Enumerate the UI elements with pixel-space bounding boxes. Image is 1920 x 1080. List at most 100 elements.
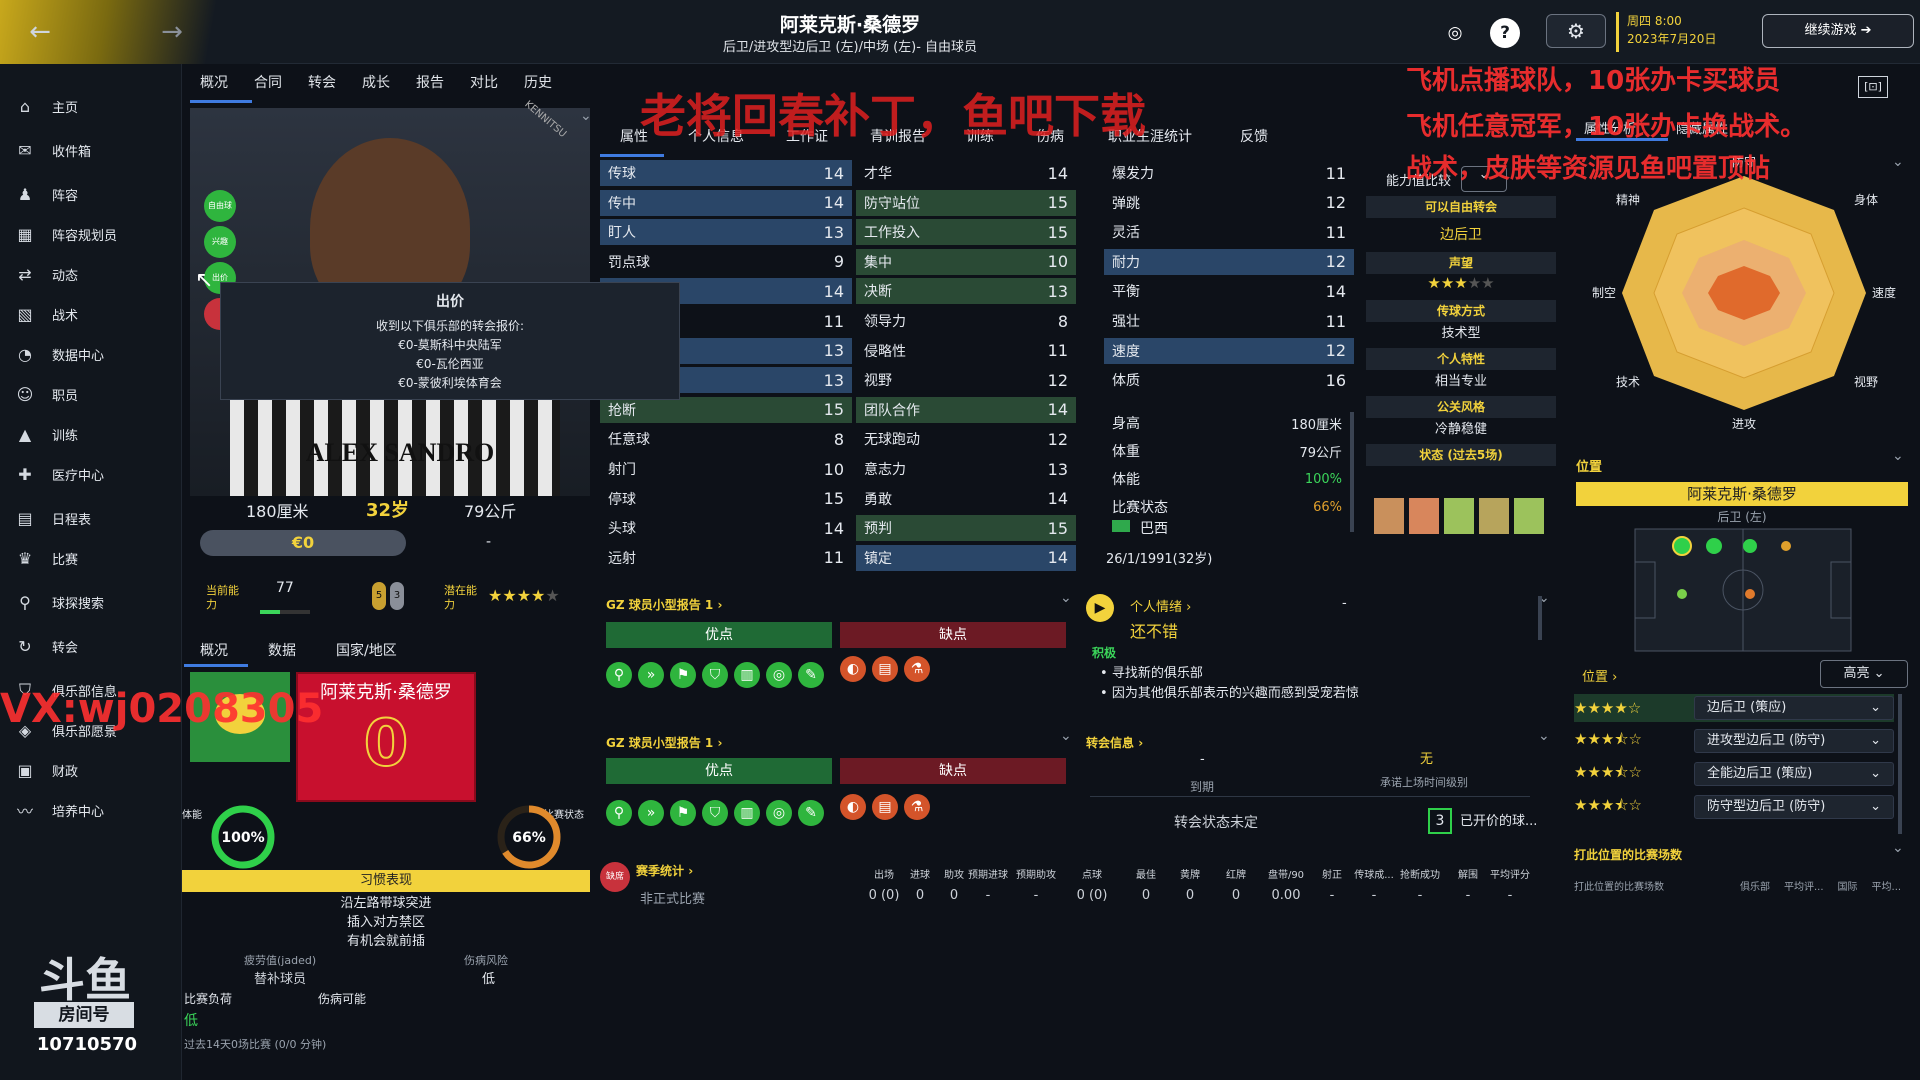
team-icon[interactable]: ▥ — [734, 662, 760, 688]
team-icon[interactable]: ▥ — [734, 800, 760, 826]
attribute-row[interactable]: 灵活 11 — [1104, 219, 1354, 245]
speech-icon[interactable]: ◐ — [840, 656, 866, 682]
attribute-row[interactable]: 头球 14 — [600, 515, 852, 541]
transfer-title[interactable]: 转会信息 › — [1086, 734, 1143, 751]
sidebar-item-home[interactable]: ⌂ 主页 — [0, 88, 182, 124]
attribute-row[interactable]: 爆发力 11 — [1104, 160, 1354, 186]
attribute-row[interactable]: 防守站位 15 — [856, 189, 1076, 216]
attribute-row[interactable]: 速度 12 — [1104, 337, 1354, 364]
boot-icon[interactable]: ✎ — [798, 800, 824, 826]
forward-arrow-icon[interactable]: → — [154, 14, 190, 50]
attribute-row[interactable]: 才华 14 — [856, 160, 1076, 186]
help-icon[interactable]: ? — [1490, 18, 1520, 48]
collapse-chevron-icon[interactable]: ⌄ — [580, 108, 592, 124]
transfer-chevron-icon[interactable]: ⌄ — [1538, 728, 1550, 744]
attribute-row[interactable]: 集中 10 — [856, 248, 1076, 275]
positions-link[interactable]: 位置 › — [1582, 666, 1617, 685]
attribute-row[interactable]: 侵略性 11 — [856, 338, 1076, 364]
pos-dot-mc[interactable] — [1745, 589, 1755, 599]
attribute-row[interactable]: 远射 11 — [600, 545, 852, 571]
attribute-row[interactable]: 视野 12 — [856, 367, 1076, 393]
attribute-row[interactable]: 决断 13 — [856, 278, 1076, 305]
badge-interest[interactable]: 兴趣 — [204, 226, 236, 258]
attribute-row[interactable]: 体质 16 — [1104, 367, 1354, 393]
back-arrow-icon[interactable]: ← — [22, 14, 58, 50]
shield-icon[interactable]: ⛉ — [702, 662, 728, 688]
position-stats-chevron-icon[interactable]: ⌄ — [1892, 840, 1904, 856]
pace-icon[interactable]: » — [638, 800, 664, 826]
fullscreen-icon[interactable]: [⊡] — [1858, 76, 1888, 98]
shield-icon[interactable]: ⛉ — [702, 800, 728, 826]
pos-dot-aml[interactable] — [1781, 541, 1791, 551]
pos-dot-dl[interactable] — [1672, 536, 1692, 556]
attribute-row[interactable]: 勇敢 14 — [856, 486, 1076, 512]
role-row[interactable]: ★★★⯪☆ 防守型边后卫 (防守) ⌄ — [1574, 793, 1894, 821]
role-row[interactable]: ★★★⯪☆ 进攻型边后卫 (防守) ⌄ — [1574, 727, 1894, 755]
flask-icon[interactable]: ⚗ — [904, 794, 930, 820]
attribute-row[interactable]: 盯人 13 — [600, 219, 852, 246]
report2-title[interactable]: GZ 球员小型报告 1 › — [606, 734, 722, 751]
profile-tab[interactable]: 成长 — [362, 72, 390, 102]
attribute-row[interactable]: 任意球 8 — [600, 426, 852, 452]
globe-icon[interactable]: ◎ — [1440, 18, 1470, 48]
sidebar-item-trophy[interactable]: ♛ 比赛 — [0, 540, 182, 576]
attribute-row[interactable]: 传球 14 — [600, 160, 852, 186]
profile-tab[interactable]: 合同 — [254, 72, 282, 102]
attribute-row[interactable]: 意志力 13 — [856, 456, 1076, 482]
highlight-dropdown[interactable]: 高亮 ⌄ — [1820, 660, 1908, 688]
attribute-row[interactable]: 团队合作 14 — [856, 396, 1076, 423]
card-icon[interactable]: ▤ — [872, 794, 898, 820]
lower-tab[interactable]: 数据 — [268, 640, 296, 660]
attribute-row[interactable]: 传中 14 — [600, 189, 852, 216]
season-title[interactable]: 赛季统计 › — [636, 862, 693, 879]
pos-dot-ml[interactable] — [1743, 539, 1757, 553]
lower-tab[interactable]: 概况 — [200, 640, 228, 660]
role-dropdown[interactable]: 边后卫 (策应) ⌄ — [1694, 696, 1894, 720]
attr-tab[interactable]: 反馈 — [1240, 126, 1268, 146]
profile-tab[interactable]: 对比 — [470, 72, 498, 102]
lower-tab[interactable]: 国家/地区 — [336, 640, 397, 660]
dribble-icon[interactable]: ⚲ — [606, 800, 632, 826]
sidebar-item-finance[interactable]: ▣ 财政 — [0, 752, 182, 788]
attribute-row[interactable]: 预判 15 — [856, 515, 1076, 542]
sidebar-item-inbox[interactable]: ✉ 收件箱 — [0, 132, 182, 168]
attribute-row[interactable]: 领导力 8 — [856, 308, 1076, 334]
flask-icon[interactable]: ⚗ — [904, 656, 930, 682]
mood-title[interactable]: 个人情绪 › — [1130, 596, 1191, 615]
target-icon[interactable]: ◎ — [766, 800, 792, 826]
boot-icon[interactable]: ✎ — [798, 662, 824, 688]
profile-tab[interactable]: 概况 — [200, 72, 228, 102]
profile-tab[interactable]: 报告 — [416, 72, 444, 102]
sidebar-item-medical[interactable]: ✚ 医疗中心 — [0, 456, 182, 492]
attribute-row[interactable]: 工作投入 15 — [856, 219, 1076, 246]
sidebar-item-staff[interactable]: ☺ 职员 — [0, 376, 182, 412]
profile-tab[interactable]: 转会 — [308, 72, 336, 102]
role-dropdown[interactable]: 防守型边后卫 (防守) ⌄ — [1694, 795, 1894, 819]
pace-icon[interactable]: » — [638, 662, 664, 688]
flag-icon[interactable]: ⚑ — [670, 800, 696, 826]
mood-scrollbar[interactable] — [1538, 596, 1542, 640]
sidebar-item-search[interactable]: ⚲ 球探搜索 — [0, 584, 182, 620]
attribute-row[interactable]: 射门 10 — [600, 456, 852, 482]
sidebar-item-tactics[interactable]: ▧ 战术 — [0, 296, 182, 332]
sidebar-item-development[interactable]: 〰 培养中心 — [0, 792, 182, 828]
role-row[interactable]: ★★★⯪☆ 全能边后卫 (策应) ⌄ — [1574, 760, 1894, 788]
continue-button[interactable]: 继续游戏 ➔ — [1762, 14, 1914, 48]
roles-scrollbar[interactable] — [1898, 694, 1902, 834]
attribute-row[interactable]: 罚点球 9 — [600, 249, 852, 275]
sidebar-item-data[interactable]: ◔ 数据中心 — [0, 336, 182, 372]
report2-chevron-icon[interactable]: ⌄ — [1060, 728, 1072, 744]
sidebar-item-training[interactable]: ▲ 训练 — [0, 416, 182, 452]
attribute-row[interactable]: 强壮 11 — [1104, 308, 1354, 334]
sidebar-item-calendar[interactable]: ▤ 日程表 — [0, 500, 182, 536]
role-dropdown[interactable]: 全能边后卫 (策应) ⌄ — [1694, 762, 1894, 786]
report-chevron-icon[interactable]: ⌄ — [1060, 590, 1072, 606]
settings-button[interactable]: ⚙ — [1546, 14, 1606, 48]
speech-icon[interactable]: ◐ — [840, 794, 866, 820]
report-title[interactable]: GZ 球员小型报告 1 › — [606, 596, 722, 613]
attribute-row[interactable]: 耐力 12 — [1104, 248, 1354, 275]
badge-free-kick[interactable]: 自由球 — [204, 190, 236, 222]
info-scrollbar[interactable] — [1350, 412, 1354, 532]
dribble-icon[interactable]: ⚲ — [606, 662, 632, 688]
card-icon[interactable]: ▤ — [872, 656, 898, 682]
